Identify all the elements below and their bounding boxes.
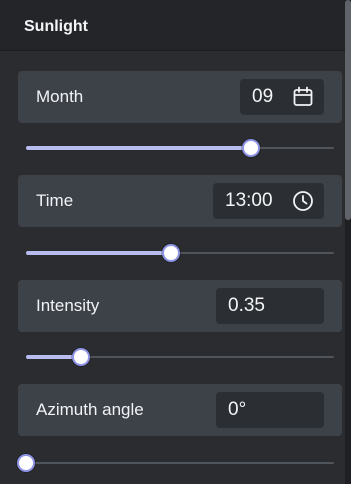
panel-header: Sunlight: [0, 0, 345, 51]
time-slider-thumb[interactable]: [161, 244, 180, 262]
intensity-row: Intensity 0.35: [18, 280, 342, 332]
time-slider-fill: [26, 251, 171, 255]
month-row: Month 09: [18, 71, 342, 123]
month-label: Month: [36, 87, 84, 106]
month-field[interactable]: 09: [240, 79, 324, 115]
azimuth-label: Azimuth angle: [36, 400, 144, 419]
intensity-label: Intensity: [36, 296, 100, 315]
azimuth-row: Azimuth angle 0°: [18, 384, 342, 436]
azimuth-slider-track: [26, 462, 334, 464]
month-slider-fill: [26, 146, 251, 150]
panel-title: Sunlight: [24, 18, 88, 35]
azimuth-value: 0°: [228, 399, 247, 420]
scrollbar-thumb[interactable]: [345, 0, 351, 220]
panel-scrollbar[interactable]: [345, 0, 351, 484]
azimuth-slider[interactable]: [17, 453, 334, 473]
intensity-input[interactable]: 0.35: [216, 288, 324, 324]
month-value: 09: [252, 86, 274, 107]
clock-icon[interactable]: [292, 190, 314, 212]
month-slider-thumb[interactable]: [241, 139, 260, 157]
time-slider[interactable]: [26, 243, 334, 263]
intensity-slider-thumb[interactable]: [72, 348, 91, 366]
month-slider[interactable]: [26, 138, 334, 158]
intensity-slider[interactable]: [26, 347, 334, 367]
time-label: Time: [36, 191, 74, 210]
intensity-value: 0.35: [228, 295, 265, 316]
time-field[interactable]: 13:00: [213, 183, 324, 219]
azimuth-slider-thumb[interactable]: [17, 454, 35, 472]
time-row: Time 13:00: [18, 175, 342, 227]
time-value: 13:00: [225, 190, 273, 211]
azimuth-input[interactable]: 0°: [216, 392, 324, 428]
calendar-icon[interactable]: [292, 86, 314, 108]
